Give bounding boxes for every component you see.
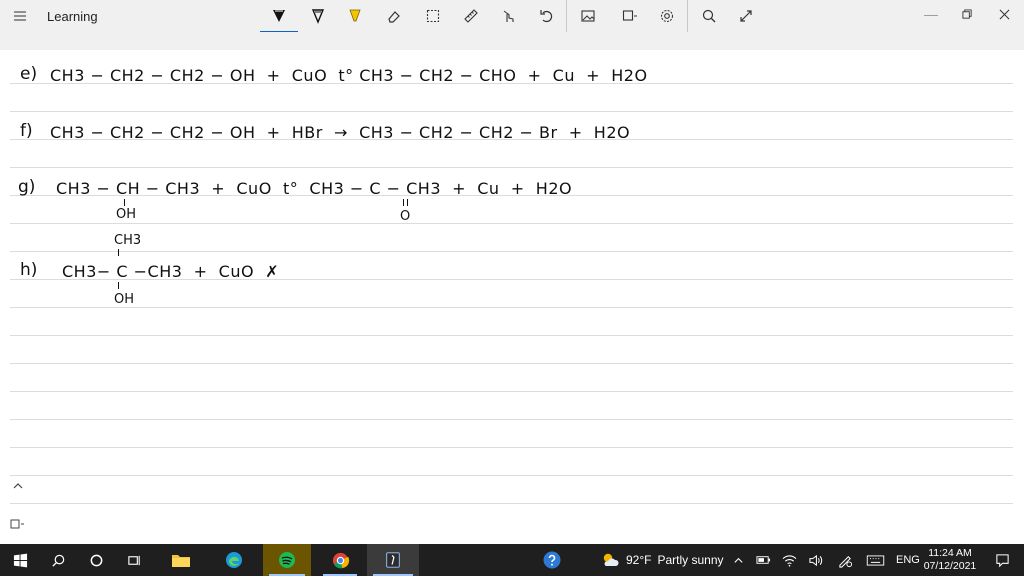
equation-e-label: e) <box>20 64 38 84</box>
settings-icon[interactable] <box>654 4 680 28</box>
equation-h-bottom-group: OH <box>114 292 135 307</box>
close-button[interactable] <box>989 4 1019 24</box>
equation-f-label: f) <box>20 121 33 141</box>
cortana-icon[interactable] <box>76 544 116 576</box>
help-icon[interactable] <box>532 544 572 576</box>
add-image-icon[interactable] <box>575 4 601 28</box>
ruled-line <box>10 223 1013 224</box>
collapse-up-icon[interactable] <box>6 476 30 496</box>
menu-icon[interactable] <box>12 8 28 24</box>
clock-date: 07/12/2021 <box>923 560 977 572</box>
equation-h-top-group: CH3 <box>114 233 142 248</box>
whiteboard-app-icon[interactable] <box>367 544 419 576</box>
double-bond-line <box>403 199 404 206</box>
equation-g-label: g) <box>18 177 36 197</box>
equation-f: CH3 − CH2 − CH2 − OH + HBr → CH3 − CH2 −… <box>50 123 631 142</box>
page-view-icon[interactable] <box>6 514 30 534</box>
ink-canvas[interactable]: e) CH3 − CH2 − CH2 − OH + CuO t° CH3 − C… <box>0 50 1024 544</box>
ruled-line <box>10 503 1013 504</box>
ruler-icon[interactable] <box>458 4 484 28</box>
ruled-line <box>10 447 1013 448</box>
equation-g-oxygen: O <box>400 209 411 224</box>
language-indicator[interactable]: ENG <box>896 544 920 576</box>
file-explorer-icon[interactable] <box>161 544 201 576</box>
taskbar: 92°F Partly sunny ENG 11:24 AM 07/12/202… <box>0 544 1024 576</box>
pen-tray-icon[interactable] <box>830 544 860 576</box>
highlighter-icon[interactable] <box>342 4 368 28</box>
undo-icon[interactable] <box>533 4 559 28</box>
edge-browser-icon[interactable] <box>214 544 254 576</box>
toolbar-strip <box>0 32 1024 50</box>
wifi-icon[interactable] <box>775 544 803 576</box>
equation-h: CH3− C −CH3 + CuO ✗ <box>62 262 280 281</box>
weather-temperature: 92°F <box>626 553 652 567</box>
weather-condition: Partly sunny <box>657 553 724 567</box>
equation-g-oh: OH <box>116 207 137 222</box>
ruled-line <box>10 307 1013 308</box>
app-title: Learning <box>47 9 98 24</box>
ruled-line <box>10 111 1013 112</box>
search-icon[interactable] <box>38 544 78 576</box>
toolbar-separator <box>687 0 688 34</box>
ruled-line <box>10 251 1013 252</box>
touch-writing-icon[interactable] <box>496 4 522 28</box>
notifications-icon[interactable] <box>984 544 1020 576</box>
clock[interactable]: 11:24 AM 07/12/2021 <box>920 547 980 573</box>
add-page-icon[interactable] <box>617 4 643 28</box>
minimize-button[interactable]: — <box>916 4 946 24</box>
ruled-line <box>10 475 1013 476</box>
bond-line <box>124 199 125 206</box>
ruled-line <box>10 167 1013 168</box>
volume-icon[interactable] <box>801 544 829 576</box>
ruled-line <box>10 391 1013 392</box>
ruled-line <box>10 335 1013 336</box>
equation-g: CH3 − CH − CH3 + CuO t° CH3 − C − CH3 + … <box>56 179 573 198</box>
weather-widget[interactable]: 92°F Partly sunny <box>600 544 724 576</box>
task-view-icon[interactable] <box>114 544 154 576</box>
double-bond-line <box>407 199 408 206</box>
lasso-select-icon[interactable] <box>420 4 446 28</box>
spotify-icon[interactable] <box>263 544 311 576</box>
eraser-icon[interactable] <box>381 4 407 28</box>
restore-button[interactable] <box>952 4 982 24</box>
pencil-icon[interactable] <box>305 4 331 28</box>
partly-sunny-icon <box>603 553 619 566</box>
windows-start-icon[interactable] <box>0 544 40 576</box>
ruled-line <box>10 363 1013 364</box>
chrome-icon[interactable] <box>317 544 363 576</box>
bond-line <box>118 249 119 256</box>
clock-time: 11:24 AM <box>928 547 972 559</box>
equation-e: CH3 − CH2 − CH2 − OH + CuO t° CH3 − CH2 … <box>50 66 648 85</box>
ballpoint-pen-icon[interactable] <box>266 4 292 28</box>
ruled-line <box>10 419 1013 420</box>
title-bar: Learning — <box>0 0 1024 34</box>
zoom-icon[interactable] <box>696 4 722 28</box>
bond-line <box>118 282 119 289</box>
touch-keyboard-icon[interactable] <box>860 544 890 576</box>
battery-icon[interactable] <box>749 544 777 576</box>
toolbar-separator <box>566 0 567 34</box>
full-screen-icon[interactable] <box>733 4 759 28</box>
equation-h-label: h) <box>20 260 38 280</box>
